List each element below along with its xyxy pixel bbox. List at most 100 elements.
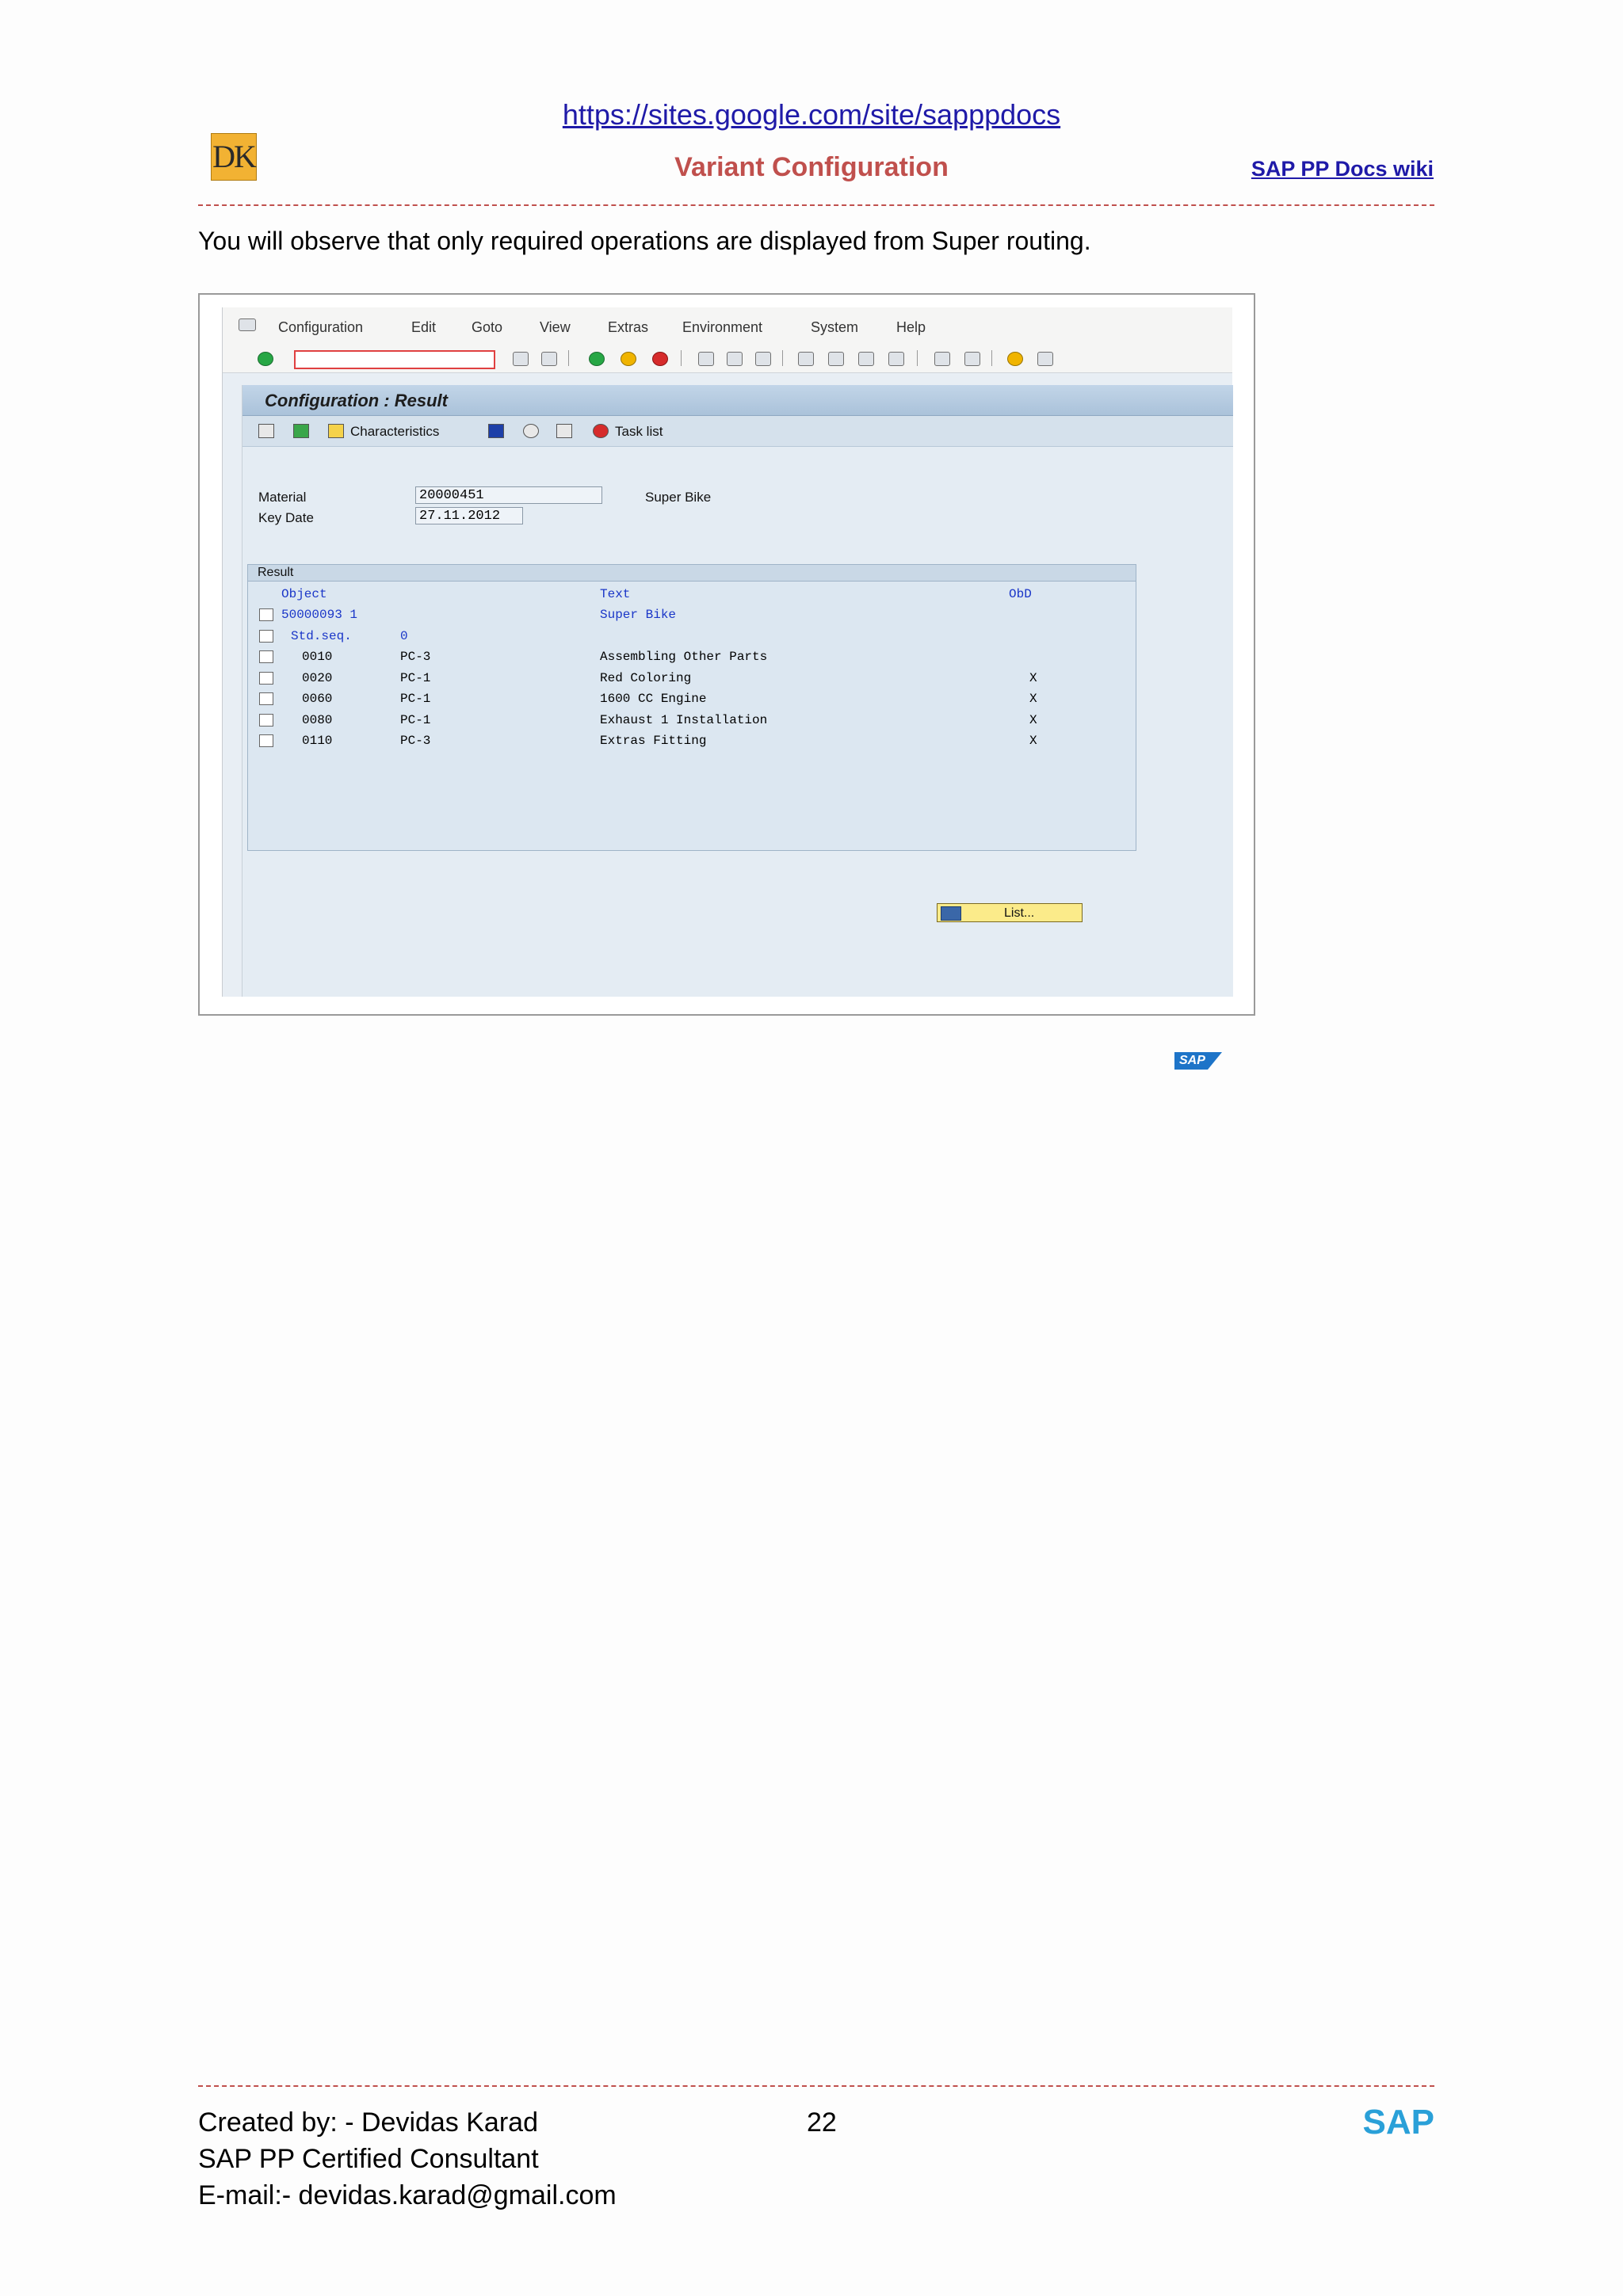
toolbar-separator bbox=[917, 350, 918, 366]
list-button-label: List... bbox=[1004, 906, 1035, 920]
row-text: Red Coloring bbox=[600, 670, 692, 685]
row-checkbox[interactable] bbox=[259, 650, 273, 663]
help-icon[interactable] bbox=[1007, 352, 1023, 366]
row-plant: PC-1 bbox=[400, 692, 431, 706]
menu-configuration[interactable]: Configuration bbox=[278, 319, 363, 336]
footer-role: SAP PP Certified Consultant bbox=[198, 2144, 539, 2174]
previous-page-icon[interactable] bbox=[828, 352, 844, 366]
menu-extras[interactable]: Extras bbox=[608, 319, 648, 336]
row-obd: X bbox=[1029, 692, 1037, 706]
header-divider bbox=[198, 204, 1434, 206]
menu-system[interactable]: System bbox=[811, 319, 858, 336]
toolbar-separator bbox=[568, 350, 569, 366]
find-next-icon[interactable] bbox=[755, 352, 771, 366]
menu-bar: Configuration Edit Goto View Extras Envi… bbox=[223, 307, 1232, 345]
row-object: 0060 bbox=[302, 692, 333, 706]
exit-icon[interactable] bbox=[621, 352, 636, 366]
structure-icon[interactable] bbox=[258, 424, 274, 438]
menu-environment[interactable]: Environment bbox=[682, 319, 762, 336]
key-date-label: Key Date bbox=[258, 510, 314, 525]
material-description: Super Bike bbox=[645, 490, 712, 505]
characteristics-button[interactable]: Characteristics bbox=[350, 424, 439, 440]
title-bar: Configuration : Result bbox=[242, 385, 1233, 416]
row-obd: X bbox=[1029, 712, 1037, 727]
page-number: 22 bbox=[807, 2107, 837, 2138]
select-icon[interactable] bbox=[293, 424, 309, 438]
key-date-field[interactable]: 27.11.2012 bbox=[415, 507, 523, 524]
back-arrow-icon[interactable] bbox=[513, 352, 529, 366]
row-text: Super Bike bbox=[600, 608, 677, 622]
new-session-icon[interactable] bbox=[934, 352, 950, 366]
intro-paragraph: You will observe that only required oper… bbox=[198, 227, 1091, 255]
row-checkbox[interactable] bbox=[259, 629, 273, 643]
sap-window: Configuration Edit Goto View Extras Envi… bbox=[222, 307, 1233, 1070]
row-object: 0110 bbox=[302, 734, 333, 748]
menu-goto[interactable]: Goto bbox=[472, 319, 502, 336]
last-page-icon[interactable] bbox=[888, 352, 904, 366]
info-icon[interactable] bbox=[488, 424, 504, 438]
cancel-icon[interactable] bbox=[652, 352, 668, 366]
shortcut-icon[interactable] bbox=[964, 352, 980, 366]
row-checkbox[interactable] bbox=[259, 713, 273, 727]
print-icon[interactable] bbox=[698, 352, 714, 366]
row-plant: 0 bbox=[400, 628, 408, 643]
row-checkbox[interactable] bbox=[259, 734, 273, 747]
application-toolbar: Characteristics Task list bbox=[242, 416, 1233, 447]
next-page-icon[interactable] bbox=[858, 352, 874, 366]
layout-settings-icon[interactable] bbox=[1037, 352, 1053, 366]
row-text: Assembling Other Parts bbox=[600, 650, 768, 664]
footer-divider bbox=[198, 2085, 1434, 2087]
result-table: Result Object Text ObD 50000093 1 Super B… bbox=[247, 564, 1136, 851]
find-icon[interactable] bbox=[727, 352, 743, 366]
column-header-text[interactable]: Text bbox=[600, 587, 630, 601]
command-field[interactable]: ▼ bbox=[294, 350, 556, 369]
header-url-link[interactable]: https://sites.google.com/site/sapppdocs bbox=[0, 98, 1623, 132]
row-checkbox[interactable] bbox=[259, 692, 273, 705]
row-text: 1600 CC Engine bbox=[600, 692, 707, 706]
result-header: Result bbox=[248, 565, 1136, 582]
row-object: 50000093 1 bbox=[281, 608, 358, 622]
configuration-screen: Configuration : Result Characteristics T… bbox=[242, 385, 1233, 1070]
row-object: 0080 bbox=[302, 712, 333, 727]
task-list-button[interactable]: Task list bbox=[615, 424, 663, 440]
wiki-link[interactable]: SAP PP Docs wiki bbox=[1251, 157, 1434, 181]
footer-email: E-mail:- devidas.karad@gmail.com bbox=[198, 2180, 617, 2210]
characteristics-icon[interactable] bbox=[328, 424, 344, 438]
row-object: 0020 bbox=[302, 670, 333, 685]
sap-logo: SAP bbox=[1174, 1052, 1222, 1070]
first-page-icon[interactable] bbox=[798, 352, 814, 366]
row-obd: X bbox=[1029, 670, 1037, 685]
column-header-obd[interactable]: ObD bbox=[1009, 587, 1032, 601]
hierarchy-icon[interactable] bbox=[556, 424, 572, 438]
column-header-object[interactable]: Object bbox=[281, 587, 327, 601]
toolbar-separator bbox=[681, 350, 682, 366]
row-plant: PC-1 bbox=[400, 712, 431, 727]
menu-help[interactable]: Help bbox=[896, 319, 926, 336]
material-field[interactable]: 20000451 bbox=[415, 486, 602, 504]
list-button[interactable]: List... bbox=[937, 903, 1083, 922]
standard-toolbar: ▼ bbox=[223, 344, 1232, 373]
system-menu-icon[interactable] bbox=[239, 318, 256, 331]
toolbar-separator bbox=[991, 350, 992, 366]
screen-title: Configuration : Result bbox=[265, 391, 448, 410]
toolbar-separator bbox=[782, 350, 783, 366]
row-obd: X bbox=[1029, 734, 1037, 748]
back-icon[interactable] bbox=[589, 352, 605, 366]
save-icon[interactable] bbox=[541, 352, 557, 366]
footer-created-by: Created by: - Devidas Karad bbox=[198, 2107, 538, 2138]
row-object: Std.seq. bbox=[291, 628, 352, 643]
result-title: Result bbox=[258, 566, 294, 579]
row-text: Exhaust 1 Installation bbox=[600, 712, 768, 727]
enter-icon[interactable] bbox=[258, 352, 273, 366]
row-checkbox[interactable] bbox=[259, 671, 273, 685]
row-object: 0010 bbox=[302, 650, 333, 664]
menu-view[interactable]: View bbox=[540, 319, 571, 336]
row-text: Extras Fitting bbox=[600, 734, 707, 748]
object-icon[interactable] bbox=[523, 424, 539, 438]
row-checkbox[interactable] bbox=[259, 608, 273, 621]
list-icon bbox=[941, 906, 961, 921]
row-plant: PC-3 bbox=[400, 650, 431, 664]
row-plant: PC-3 bbox=[400, 734, 431, 748]
task-list-icon[interactable] bbox=[593, 424, 609, 438]
menu-edit[interactable]: Edit bbox=[411, 319, 436, 336]
